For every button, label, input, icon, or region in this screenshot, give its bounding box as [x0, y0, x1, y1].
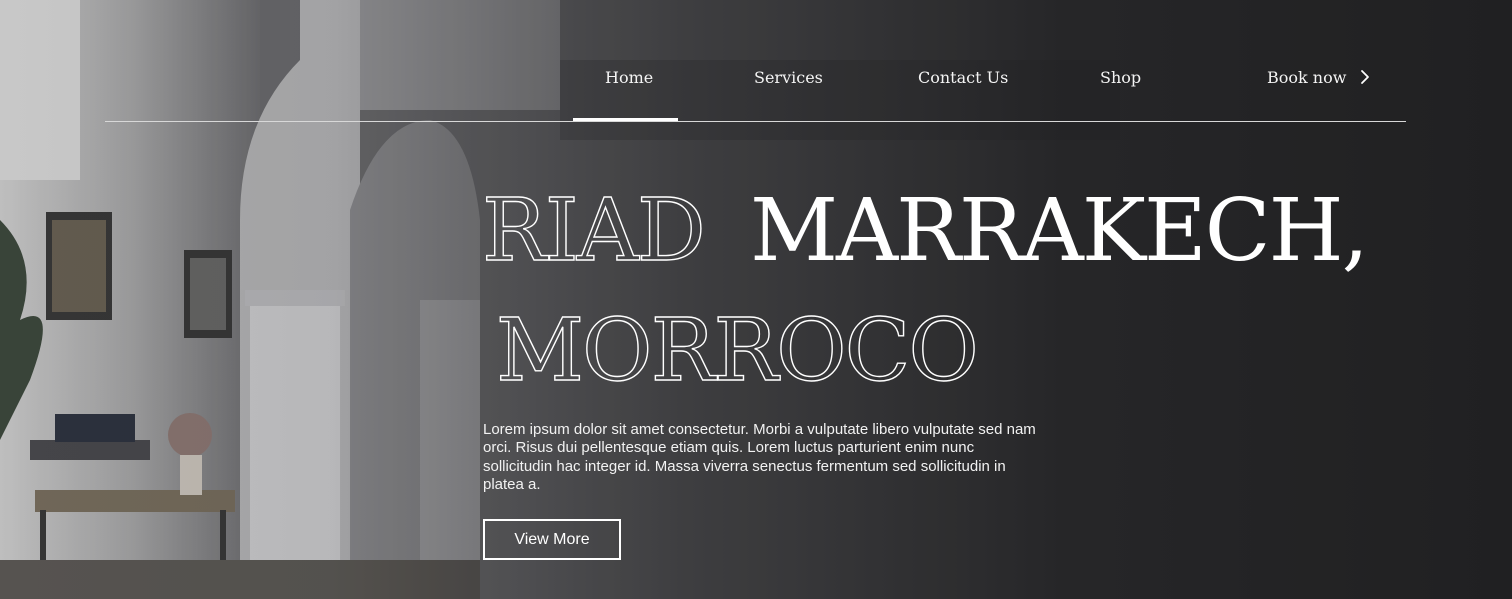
hero-title: RIAD MARRAKECH, MORROCO: [478, 170, 1498, 401]
hero-title-morroco: MORROCO: [496, 301, 977, 401]
nav-active-indicator: [573, 118, 678, 121]
nav-link-contact-us[interactable]: Contact Us: [918, 66, 1008, 90]
nav-link-shop[interactable]: Shop: [1100, 66, 1141, 90]
nav-link-services[interactable]: Services: [754, 66, 823, 90]
book-now-label: Book now: [1267, 68, 1347, 87]
book-now-link[interactable]: Book now: [1267, 66, 1374, 90]
hero-description: Lorem ipsum dolor sit amet consectetur. …: [483, 421, 1036, 493]
nav-divider: [105, 121, 1406, 122]
hero-title-marrakech: MARRAKECH,: [750, 181, 1367, 281]
hero-title-riad: RIAD: [482, 181, 704, 281]
nav-link-home[interactable]: Home: [605, 66, 653, 90]
view-more-button[interactable]: View More: [483, 519, 621, 560]
main-navigation: Home Services Contact Us Shop Book now: [0, 0, 1512, 122]
chevron-right-icon: [1356, 68, 1374, 86]
